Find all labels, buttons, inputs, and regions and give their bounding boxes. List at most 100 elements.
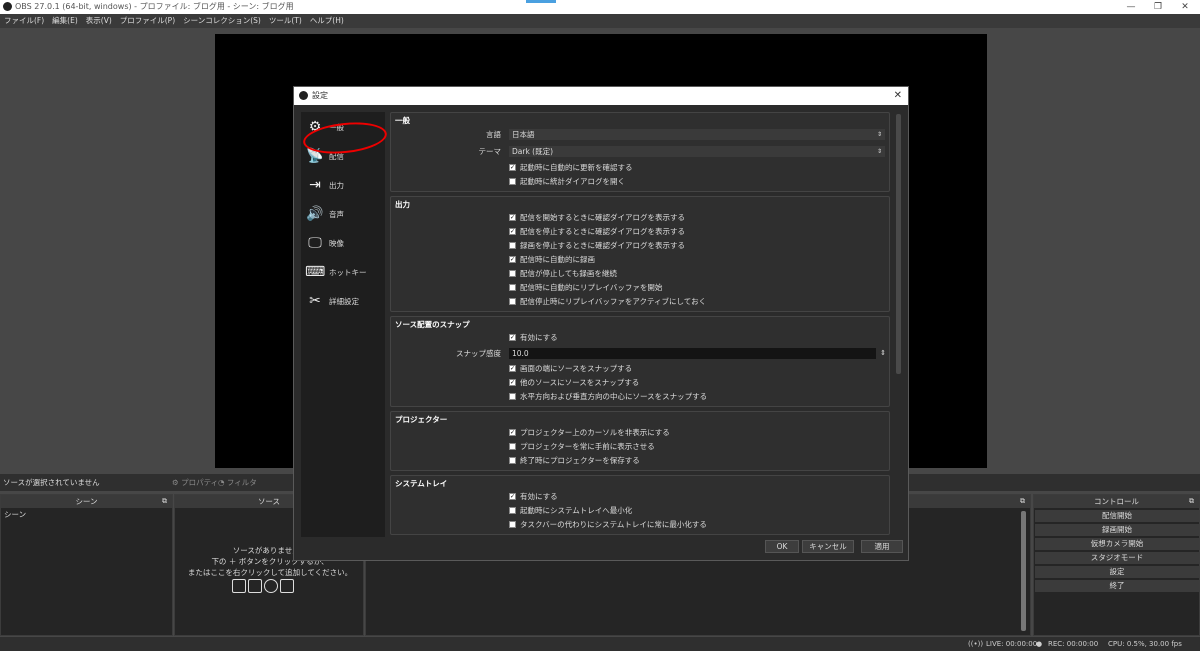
settings-scrollbar[interactable] — [896, 114, 901, 374]
menu-profile[interactable]: プロファイル(P) — [116, 14, 179, 28]
settings-dialog: 設定 ✕ ⚙ 一般 📡 配信 ⇥ 出力 🔊 音声 🖵 映像 ⌨ ホットキー ✂ — [293, 86, 909, 561]
status-bar: ((•)) LIVE: 00:00:00 ● REC: 00:00:00 CPU… — [0, 637, 1200, 651]
menu-edit[interactable]: 編集(E) — [48, 14, 82, 28]
checkbox-checked: ✓ — [509, 164, 516, 171]
output-checkbox[interactable]: 録画を停止するときに確認ダイアログを表示する — [509, 240, 685, 251]
tray-checkbox[interactable]: 起動時にシステムトレイへ最小化 — [509, 505, 632, 516]
rec-dot-icon: ● — [1036, 640, 1043, 648]
close-button[interactable]: ✕ — [1172, 0, 1198, 14]
menu-scene-collection[interactable]: シーンコレクション(S) — [179, 14, 265, 28]
snap-sensitivity-spinbox[interactable]: 10.0 ⇕ — [509, 348, 886, 359]
menu-tools[interactable]: ツール(T) — [265, 14, 306, 28]
properties-button[interactable]: ⚙ プロパティ — [172, 474, 218, 491]
controls-dock-header: コントロール ⧉ — [1034, 495, 1199, 508]
studio-mode-button[interactable]: スタジオモード — [1035, 552, 1199, 564]
checkbox-checked: ✓ — [509, 256, 516, 263]
group-title: 一般 — [395, 116, 410, 125]
menu-view[interactable]: 表示(V) — [82, 14, 116, 28]
output-checkbox[interactable]: 配信停止時にリプレイバッファをアクティブにしておく — [509, 296, 706, 307]
browser-icon — [264, 579, 278, 593]
output-checkbox[interactable]: 配信時に自動的にリプレイバッファを開始 — [509, 282, 662, 293]
checkbox-label: 起動時に自動的に更新を確認する — [520, 163, 633, 172]
keyboard-icon: ⌨ — [305, 264, 326, 280]
projector-checkbox[interactable]: 終了時にプロジェクターを保存する — [509, 455, 640, 466]
language-select[interactable]: 日本語 ⇕ — [509, 129, 885, 140]
dock-float-icon[interactable]: ⧉ — [1020, 495, 1025, 508]
start-recording-button[interactable]: 録画開始 — [1035, 524, 1199, 536]
tools-icon: ✂ — [309, 293, 321, 309]
checkbox-label: 配信を停止するときに確認ダイアログを表示する — [520, 227, 685, 236]
snap-checkbox[interactable]: ✓ 画面の端にソースをスナップする — [509, 363, 632, 374]
checkbox-label: プロジェクター上のカーソルを非表示にする — [520, 428, 670, 437]
menu-help[interactable]: ヘルプ(H) — [306, 14, 348, 28]
checkbox-checked: ✓ — [509, 379, 516, 386]
group-title: ソース配置のスナップ — [395, 320, 470, 329]
settings-close-button[interactable]: ✕ — [894, 87, 902, 105]
checkbox-label: 配信を開始するときに確認ダイアログを表示する — [520, 213, 685, 222]
window-titlebar: OBS 27.0.1 (64-bit, windows) - プロファイル: ブ… — [0, 0, 1200, 14]
check-updates-checkbox[interactable]: ✓ 起動時に自動的に更新を確認する — [509, 162, 633, 173]
checkbox-label: 有効にする — [520, 492, 558, 501]
sidebar-item-output[interactable]: ⇥ 出力 — [305, 173, 383, 197]
output-icon: ⇥ — [309, 177, 321, 193]
projector-checkbox[interactable]: ✓ プロジェクター上のカーソルを非表示にする — [509, 427, 670, 438]
obs-logo-icon — [299, 91, 308, 100]
output-checkbox[interactable]: 配信が停止しても録画を継続 — [509, 268, 617, 279]
cancel-button[interactable]: キャンセル — [802, 540, 854, 553]
controls-dock-title: コントロール — [1094, 497, 1139, 506]
maximize-button[interactable]: ❐ — [1145, 0, 1171, 14]
checkbox-checked: ✓ — [509, 214, 516, 221]
sidebar-item-label: 映像 — [329, 238, 344, 248]
dock-float-icon[interactable]: ⧉ — [162, 495, 167, 508]
sidebar-item-video[interactable]: 🖵 映像 — [305, 231, 383, 255]
start-virtual-camera-button[interactable]: 仮想カメラ開始 — [1035, 538, 1199, 550]
snapping-group: ソース配置のスナップ ✓ 有効にする スナップ感度 10.0 ⇕ ✓ 画面の端にソー… — [390, 316, 890, 407]
checkbox-label: 配信停止時にリプレイバッファをアクティブにしておく — [520, 297, 707, 306]
ok-button[interactable]: OK — [765, 540, 799, 553]
settings-button[interactable]: 設定 — [1035, 566, 1199, 578]
snap-enable-checkbox[interactable]: ✓ 有効にする — [509, 332, 558, 343]
sources-dock-title: ソース — [257, 497, 281, 506]
filters-button[interactable]: ◔ フィルタ — [218, 474, 257, 491]
output-checkbox[interactable]: ✓ 配信時に自動的に録画 — [509, 254, 595, 265]
checkbox-unchecked — [509, 178, 516, 185]
theme-value: Dark (既定) — [512, 147, 554, 156]
checkbox-label: 水平方向および垂直方向の中心にソースをスナップする — [520, 392, 708, 401]
sidebar-item-hotkeys[interactable]: ⌨ ホットキー — [305, 260, 383, 284]
window-title: OBS 27.0.1 (64-bit, windows) - プロファイル: ブ… — [15, 2, 294, 11]
projector-checkbox[interactable]: プロジェクターを常に手前に表示させる — [509, 441, 655, 452]
speaker-icon: 🔊 — [306, 206, 324, 222]
sidebar-item-advanced[interactable]: ✂ 詳細設定 — [305, 289, 383, 313]
scenes-dock-header: シーン ⧉ — [1, 495, 172, 508]
output-checkbox[interactable]: ✓ 配信を開始するときに確認ダイアログを表示する — [509, 212, 685, 223]
mixer-scrollbar[interactable] — [1021, 511, 1026, 631]
snap-checkbox[interactable]: ✓ 他のソースにソースをスナップする — [509, 377, 639, 388]
checkbox-checked: ✓ — [509, 365, 516, 372]
projector-group: プロジェクター ✓ プロジェクター上のカーソルを非表示にする プロジェクターを常に… — [390, 411, 890, 471]
start-streaming-button[interactable]: 配信開始 — [1035, 510, 1199, 522]
spin-arrows-icon[interactable]: ⇕ — [880, 348, 886, 359]
minimize-button[interactable]: — — [1118, 0, 1144, 14]
snap-checkbox[interactable]: 水平方向および垂直方向の中心にソースをスナップする — [509, 391, 707, 402]
checkbox-unchecked — [509, 457, 516, 464]
menu-file[interactable]: ファイル(F) — [0, 14, 48, 28]
output-checkbox[interactable]: ✓ 配信を停止するときに確認ダイアログを表示する — [509, 226, 685, 237]
exit-button[interactable]: 終了 — [1035, 580, 1199, 592]
tray-checkbox[interactable]: タスクバーの代わりにシステムトレイに常に最小化する — [509, 519, 707, 530]
checkbox-unchecked — [509, 521, 516, 528]
display-icon — [248, 579, 262, 593]
dock-float-icon[interactable]: ⧉ — [1189, 495, 1194, 508]
open-stats-checkbox[interactable]: 起動時に統計ダイアログを開く — [509, 176, 625, 187]
checkbox-label: プロジェクターを常に手前に表示させる — [520, 442, 655, 451]
scene-list-item[interactable]: シーン — [1, 508, 172, 521]
monitor-icon: 🖵 — [308, 235, 322, 251]
apply-button[interactable]: 適用 — [861, 540, 903, 553]
live-timer: LIVE: 00:00:00 — [986, 640, 1038, 648]
theme-select[interactable]: Dark (既定) ⇕ — [509, 146, 885, 157]
checkbox-label: 起動時に統計ダイアログを開く — [520, 177, 625, 186]
output-group: 出力 ✓ 配信を開始するときに確認ダイアログを表示する ✓ 配信を停止するときに確認… — [390, 196, 890, 312]
checkbox-unchecked — [509, 443, 516, 450]
sidebar-item-audio[interactable]: 🔊 音声 — [305, 202, 383, 226]
snap-sensitivity-label: スナップ感度 — [456, 349, 501, 358]
tray-checkbox[interactable]: ✓ 有効にする — [509, 491, 558, 502]
